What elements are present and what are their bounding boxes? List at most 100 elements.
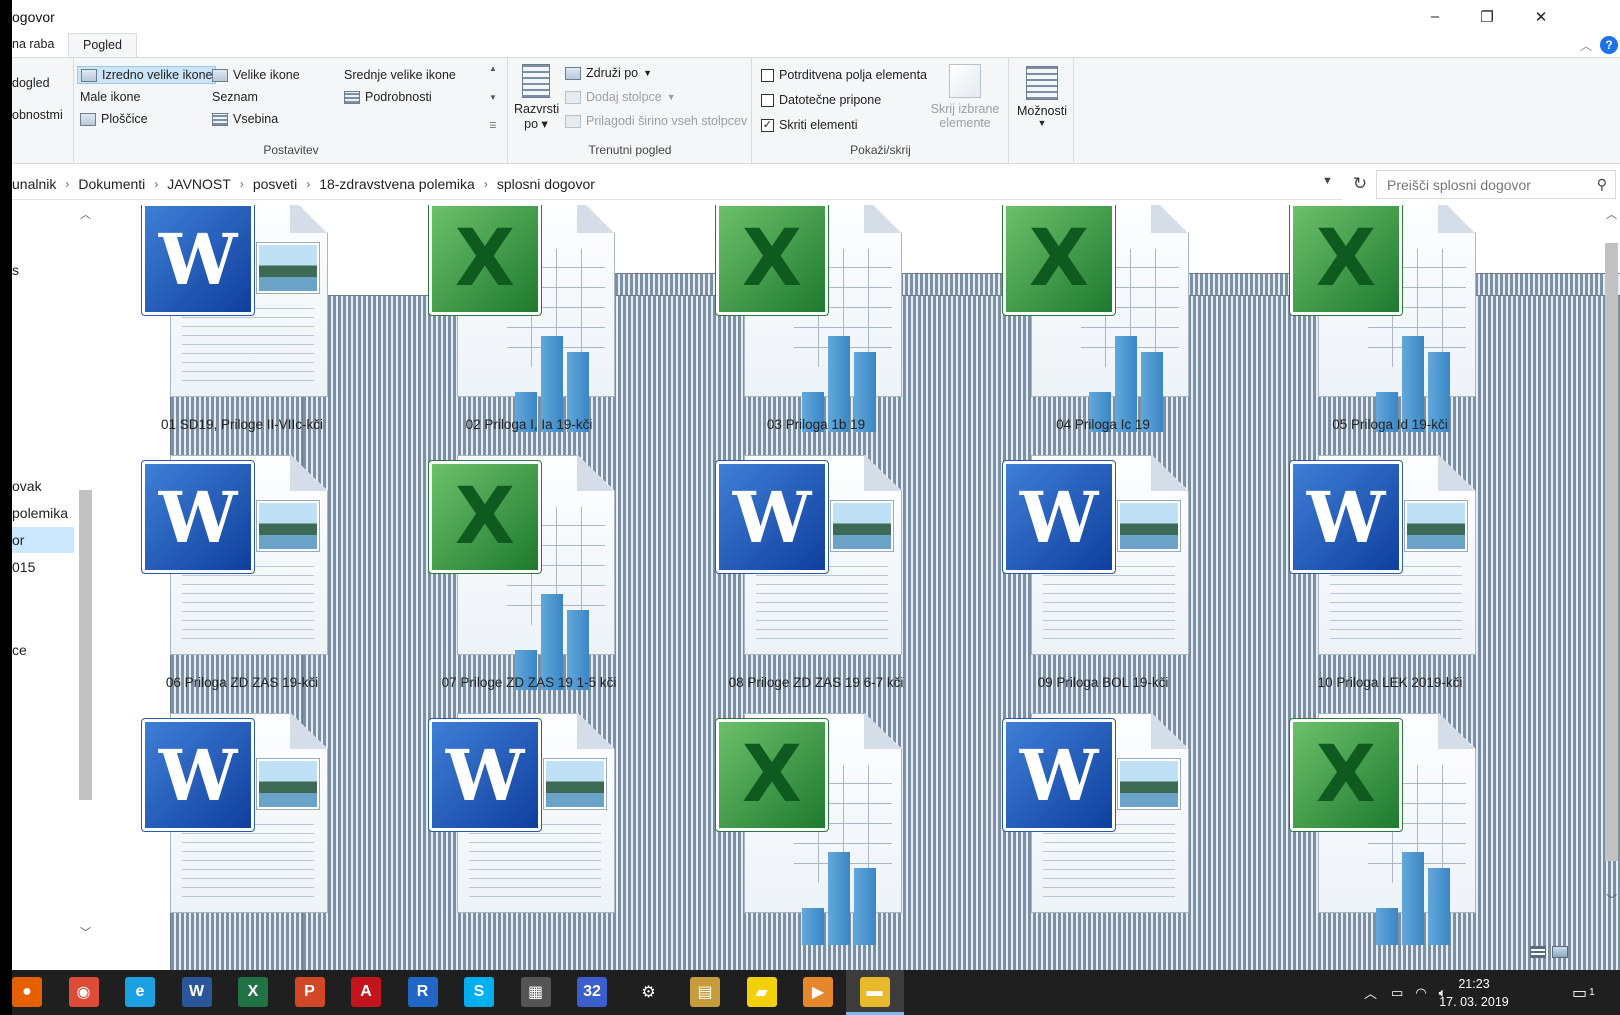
clipboard-icon[interactable]: ▤ [690, 977, 720, 1007]
file-item[interactable]: X 02 Priloga I, Ia 19-kči [389, 205, 669, 442]
layout-gallery-scroll[interactable]: ▲ ▼ ☰ [486, 64, 500, 130]
layout-medium-icons[interactable]: Srednje velike ikone [344, 68, 1620, 1013]
layout-tiles[interactable]: Ploščice [80, 112, 148, 126]
nav-item-selected[interactable]: or [12, 527, 74, 553]
file-item[interactable]: W 10 Priloga LEK 2019-kči [1250, 455, 1530, 700]
content-scrollbar[interactable]: ︿ ﹀ [1603, 205, 1620, 940]
excel-icon[interactable]: X [238, 977, 268, 1007]
breadcrumb-item[interactable]: Dokumenti [78, 176, 145, 192]
refresh-icon[interactable]: ↻ [1346, 170, 1374, 198]
breadcrumb-separator-icon[interactable]: › [240, 177, 244, 193]
maximize-button[interactable]: ❐ [1460, 0, 1514, 33]
tab-share[interactable]: na raba [12, 33, 54, 58]
powerpoint-icon[interactable]: P [294, 977, 325, 1007]
file-item[interactable]: X 04 Priloga Ic 19 [963, 205, 1243, 442]
file-item[interactable]: W [102, 713, 382, 945]
firefox-icon[interactable]: ● [12, 977, 42, 1007]
file-item[interactable]: X 05 Priloga Id 19-kči [1250, 205, 1530, 442]
search-input[interactable]: Preišči splosni dogovor ⚲ [1376, 170, 1616, 199]
search-icon[interactable]: ⚲ [1597, 176, 1607, 193]
minimize-button[interactable]: – [1408, 0, 1462, 33]
breadcrumb-item[interactable]: unalnik [12, 176, 56, 192]
file-item[interactable]: X [1250, 713, 1530, 945]
scroll-up-icon[interactable]: ︿ [77, 205, 94, 222]
layout-large-icons[interactable]: Velike ikone [212, 68, 300, 82]
checkbox[interactable] [761, 68, 774, 82]
layout-content[interactable]: Vsebina [212, 112, 278, 126]
scrollbar-thumb[interactable] [1605, 243, 1618, 861]
acrobat-icon[interactable]: A [351, 977, 381, 1007]
scroll-up-icon[interactable]: ▲ [489, 64, 497, 73]
file-item[interactable]: W [389, 713, 669, 945]
file-item[interactable]: X 03 Priloga 1b 19 [676, 205, 956, 442]
details-view-icon[interactable] [1530, 946, 1546, 958]
breadcrumb-separator-icon[interactable]: › [306, 177, 310, 193]
scrollbar-thumb[interactable] [79, 490, 92, 800]
layout-small-icons[interactable]: Male ikone [80, 90, 1620, 1015]
settings-icon[interactable]: ⚙ [633, 977, 664, 1007]
options-button[interactable]: Možnosti ▼ [1012, 66, 1072, 128]
internet-explorer-icon[interactable]: e [125, 977, 155, 1007]
nav-item[interactable]: polemika [12, 500, 74, 526]
layout-list[interactable]: Seznam [212, 90, 1620, 1015]
tab-view[interactable]: Pogled [68, 33, 137, 58]
scroll-down-icon[interactable]: ﹀ [1603, 890, 1620, 907]
breadcrumb-separator-icon[interactable]: › [65, 177, 69, 193]
word-icon[interactable]: W [181, 977, 212, 1007]
checkbox-checked[interactable]: ✓ [761, 118, 774, 132]
navigation-pane-button[interactable]: dogled [12, 76, 50, 90]
nav-item[interactable]: s [12, 257, 74, 283]
file-item[interactable]: W 06 Priloga ZD ZAS 19-kči [102, 455, 382, 700]
item-checkboxes-toggle[interactable]: Potrditvena polja elementa [761, 68, 927, 82]
calculator-icon[interactable]: ▦ [520, 977, 551, 1007]
scroll-up-icon[interactable]: ︿ [1603, 205, 1620, 222]
nav-item[interactable]: ovak [12, 473, 74, 499]
battery-icon[interactable]: ▭ [1391, 985, 1403, 1001]
breadcrumb-item[interactable]: JAVNOST [167, 176, 231, 192]
breadcrumb-item[interactable]: posveti [253, 176, 297, 192]
file-item[interactable]: W [963, 713, 1243, 945]
sort-by-button[interactable]: Razvrsti po ▾ [514, 64, 559, 131]
r-icon[interactable]: R [407, 977, 438, 1007]
notification-center-button[interactable]: ▭ 1 [1572, 970, 1595, 1015]
file-item[interactable]: X 07 Priloge ZD ZAS 19 1-5 kči [389, 455, 669, 700]
app-32-icon[interactable]: 32 [577, 977, 607, 1007]
gallery-expand-icon[interactable]: ☰ [489, 121, 496, 130]
large-icons-view-icon[interactable] [1552, 946, 1568, 958]
close-button[interactable]: ✕ [1514, 0, 1568, 33]
help-icon[interactable]: ? [1600, 36, 1618, 54]
file-item[interactable]: W 01 SD19, Priloge II-VIIc-kči [102, 205, 382, 442]
file-extensions-toggle[interactable]: Datotečne pripone [761, 93, 881, 107]
nav-item[interactable]: ce [12, 637, 74, 663]
details-pane-button[interactable]: obnostmi [12, 108, 63, 122]
address-history-chevron-icon[interactable]: ▼ [1322, 175, 1333, 187]
scroll-down-icon[interactable]: ▼ [489, 93, 497, 102]
clock[interactable]: 21:23 17. 03. 2019 [1424, 975, 1524, 1011]
breadcrumb-separator-icon[interactable]: › [154, 177, 158, 193]
scroll-down-icon[interactable]: ﹀ [77, 923, 94, 940]
address-bar[interactable]: unalnik › Dokumenti › JAVNOST › posveti › 18-zdr… [12, 168, 1342, 200]
file-item[interactable]: W 08 Priloge ZD ZAS 19 6-7 kči [676, 455, 956, 700]
file-item[interactable]: X [676, 713, 956, 945]
sticky-notes-icon[interactable]: ▰ [746, 977, 777, 1007]
layout-extra-large-icons[interactable]: Izredno velike ikone [77, 66, 217, 84]
layout-details[interactable]: Podrobnosti [344, 90, 432, 104]
show-hidden-icons-chevron-icon[interactable]: ︿ [1364, 983, 1377, 1002]
hidden-items-toggle[interactable]: ✓ Skriti elementi [761, 118, 858, 132]
checkbox[interactable] [761, 93, 774, 107]
breadcrumb-item[interactable]: 18-zdravstvena polemika [319, 176, 475, 192]
nav-item[interactable]: 015 [12, 554, 74, 580]
chrome-icon[interactable]: ◉ [68, 977, 99, 1007]
collapse-ribbon-icon[interactable]: ︿ [1580, 37, 1592, 54]
fit-columns-button[interactable]: Prilagodi širino vseh stolpcev [565, 114, 747, 128]
skype-icon[interactable]: S [464, 977, 494, 1007]
breadcrumb-separator-icon[interactable]: › [484, 177, 488, 193]
nav-scrollbar[interactable]: ︿ ﹀ [77, 205, 94, 940]
media-player-icon[interactable]: ▶ [803, 977, 833, 1007]
hide-selected-button[interactable]: Skrij izbrane elemente [925, 64, 1005, 130]
add-columns-button[interactable]: Dodaj stolpce ▼ [565, 90, 676, 104]
group-by-button[interactable]: Združi po ▼ [565, 66, 652, 80]
file-explorer-icon[interactable]: ▬ [859, 977, 890, 1007]
breadcrumb-item[interactable]: splosni dogovor [497, 176, 595, 192]
file-item[interactable]: W 09 Priloga BOL 19-kči [963, 455, 1243, 700]
